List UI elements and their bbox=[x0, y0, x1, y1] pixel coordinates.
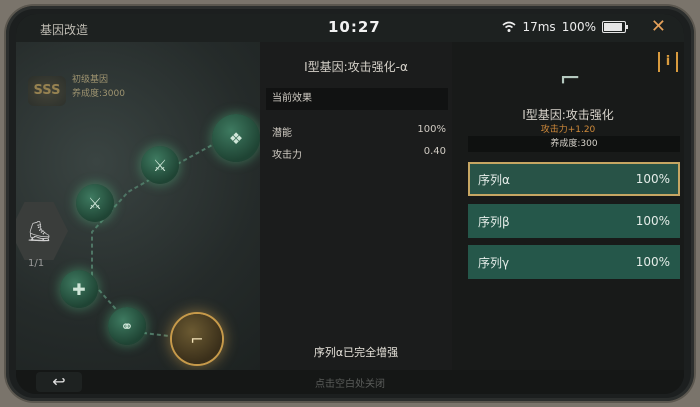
link-icon: ⚭ bbox=[120, 316, 134, 336]
sequence-value: 100% bbox=[635, 172, 670, 186]
status-bar: 基因改造 10:27 17ms 100% ✕ bbox=[16, 14, 684, 42]
close-hint[interactable]: 点击空白处关闭 bbox=[16, 375, 684, 390]
gene-bonus: 攻击力+1.20 bbox=[540, 125, 596, 135]
blade-icon: ⚔ bbox=[87, 193, 103, 213]
gene-level-label: 初级基因 bbox=[72, 75, 109, 85]
screen-title: 基因改造 bbox=[40, 23, 89, 37]
boot-icon: ⛸ bbox=[26, 219, 52, 243]
gun-gene-icon: ⌐ bbox=[559, 64, 581, 94]
stat-row: 潜能 100% bbox=[272, 124, 446, 139]
sequence-label: 序列γ bbox=[478, 255, 510, 270]
sequence-label: 序列α bbox=[478, 172, 510, 187]
current-effect-header: 当前效果 bbox=[266, 88, 448, 110]
rank-badge: SSS bbox=[28, 76, 66, 106]
stat-label: 攻击力 bbox=[272, 150, 302, 161]
sword-icon: ⚔ bbox=[152, 155, 168, 175]
battery-text: 100% bbox=[561, 20, 596, 34]
device-frame: 基因改造 10:27 17ms 100% ✕ SSS 初级基因 养成度:3000… bbox=[6, 6, 694, 401]
gene-tree-map: SSS 初级基因 养成度:3000 ❖ ⚔ ⚔ ✚ ⚭ ⌐ ⛸ 1/1 bbox=[16, 42, 260, 370]
slot-count: 1/1 bbox=[28, 258, 45, 269]
gene-node-4[interactable]: ✚ bbox=[60, 270, 98, 308]
stat-label: 潜能 bbox=[272, 128, 292, 139]
sequence-label: 序列β bbox=[478, 214, 510, 229]
wifi-icon bbox=[502, 21, 516, 33]
stat-row: 攻击力 0.40 bbox=[272, 146, 446, 161]
gene-node-top[interactable]: ❖ bbox=[212, 114, 260, 162]
gene-cultivation-label: 养成度:3000 bbox=[72, 89, 125, 99]
sequence-gamma-button[interactable]: 序列γ 100% bbox=[468, 245, 680, 279]
gene-detail-panel: i ⌐ I型基因:攻击强化 攻击力+1.20 养成度:300 序列α 100% … bbox=[452, 42, 684, 370]
ping-text: 17ms bbox=[522, 20, 556, 34]
close-icon[interactable]: ✕ bbox=[651, 17, 666, 37]
game-screen: 基因改造 10:27 17ms 100% ✕ SSS 初级基因 养成度:3000… bbox=[16, 14, 684, 394]
sequence-value: 100% bbox=[635, 255, 670, 269]
gene-node-2[interactable]: ⚔ bbox=[141, 146, 179, 184]
gene-name: I型基因:攻击强化 bbox=[522, 108, 614, 122]
clock: 10:27 bbox=[328, 18, 381, 36]
stat-value: 0.40 bbox=[423, 146, 446, 157]
bottom-bar: ↩ 点击空白处关闭 bbox=[16, 370, 684, 394]
status-indicators: 17ms 100% bbox=[502, 20, 628, 34]
gene-node-selected[interactable]: ⌐ bbox=[172, 314, 222, 364]
gun-icon: ⌐ bbox=[190, 329, 204, 349]
sequence-value: 100% bbox=[635, 214, 670, 228]
battery-icon bbox=[602, 21, 628, 33]
medkit-icon: ✚ bbox=[72, 279, 86, 299]
stat-value: 100% bbox=[417, 124, 446, 135]
effect-panel: I型基因:攻击强化-α 当前效果 潜能 100% 攻击力 0.40 序列α已完全… bbox=[260, 42, 452, 370]
gene-node-3[interactable]: ⚔ bbox=[76, 184, 114, 222]
gene-node-5[interactable]: ⚭ bbox=[108, 307, 146, 345]
effect-title: I型基因:攻击强化-α bbox=[304, 60, 408, 74]
sequence-status: 序列α已完全增强 bbox=[313, 346, 399, 359]
sequence-beta-button[interactable]: 序列β 100% bbox=[468, 204, 680, 238]
info-button[interactable]: i bbox=[658, 52, 678, 72]
gene-cluster-icon: ❖ bbox=[228, 128, 244, 148]
sequence-alpha-button[interactable]: 序列α 100% bbox=[468, 162, 680, 196]
cultivation-bar: 养成度:300 bbox=[468, 136, 680, 152]
